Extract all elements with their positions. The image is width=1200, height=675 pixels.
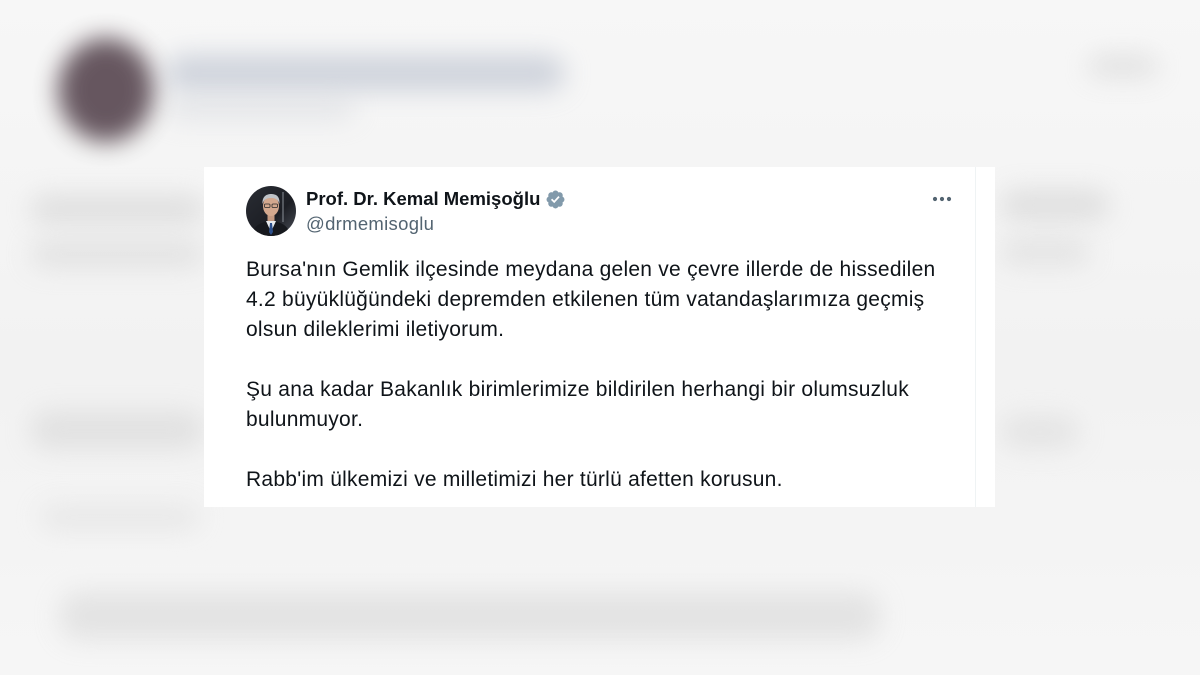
more-options-dot [946, 196, 952, 202]
author-name-row: Prof. Dr. Kemal Memişoğlu [306, 188, 566, 210]
blurred-text-shape [30, 410, 205, 450]
more-options-dot [932, 196, 938, 202]
blurred-text-shape [30, 195, 205, 223]
blurred-text-shape [1000, 190, 1110, 220]
verified-badge-icon[interactable] [545, 189, 566, 210]
blurred-handle-shape [165, 98, 355, 120]
blurred-text-shape [30, 240, 205, 268]
tweet-text: Bursa'nın Gemlik ilçesinde meydana gelen… [246, 255, 951, 507]
more-options-icon [932, 196, 952, 202]
column-border [975, 167, 976, 507]
author-handle[interactable]: @drmemisoglu [306, 213, 434, 235]
blurred-text-shape [60, 592, 880, 640]
author-name[interactable]: Prof. Dr. Kemal Memişoğlu [306, 188, 540, 210]
author-avatar[interactable] [246, 186, 296, 236]
avatar-photo [246, 186, 296, 236]
blurred-text-shape [40, 505, 200, 530]
more-options-button[interactable] [926, 187, 958, 211]
tweet-paragraph: Bursa'nın Gemlik ilçesinde meydana gelen… [246, 258, 936, 341]
verified-badge-shape [546, 190, 565, 208]
blurred-name-shape [165, 55, 565, 91]
tweet-card: Prof. Dr. Kemal Memişoğlu @drmemisoglu B… [204, 167, 995, 507]
blurred-more-shape [1088, 55, 1158, 77]
tweet-paragraph: Rabb'im ülkemizi ve milletimizi her türl… [246, 468, 783, 491]
tweet-paragraph: Şu ana kadar Bakanlık birimlerimize bild… [246, 378, 909, 431]
blurred-avatar-shape [58, 38, 154, 142]
more-options-dot [939, 196, 945, 202]
blurred-text-shape [1000, 415, 1080, 449]
avatar-background-stripe [282, 192, 284, 222]
blurred-text-shape [1000, 238, 1090, 266]
